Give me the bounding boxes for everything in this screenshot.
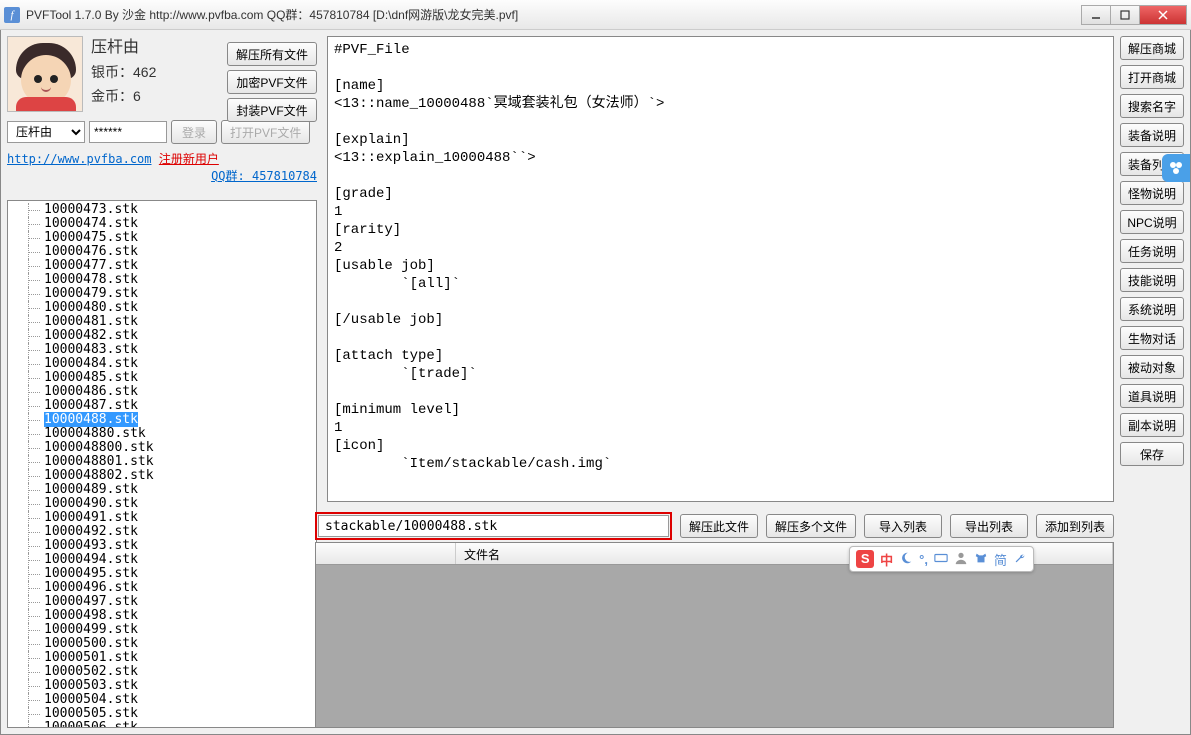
export-list-button[interactable]: 导出列表 [950,514,1028,538]
ime-lang[interactable]: 中 [880,550,893,569]
side-button[interactable]: 道具说明 [1120,384,1184,408]
minimize-button[interactable] [1081,5,1111,25]
tree-item[interactable]: 1000048800.stk [8,441,316,455]
tree-item[interactable]: 10000493.stk [8,539,316,553]
path-input[interactable] [318,515,669,537]
register-link[interactable]: 注册新用户 [159,152,219,166]
tree-item[interactable]: 10000492.stk [8,525,316,539]
tree-item[interactable]: 10000487.stk [8,399,316,413]
avatar [7,36,83,112]
ime-keyboard-icon[interactable] [934,551,948,568]
window-title: PVFTool 1.7.0 By 沙金 http://www.pvfba.com… [26,6,1082,23]
login-button[interactable]: 登录 [171,120,217,144]
tree-item[interactable]: 10000480.stk [8,301,316,315]
unzip-this-button[interactable]: 解压此文件 [680,514,758,538]
tree-item[interactable]: 10000485.stk [8,371,316,385]
tree-item[interactable]: 10000494.stk [8,553,316,567]
side-button[interactable]: 任务说明 [1120,239,1184,263]
tree-item[interactable]: 10000488.stk [8,413,316,427]
close-button[interactable] [1139,5,1187,25]
tree-item[interactable]: 10000489.stk [8,483,316,497]
site-link[interactable]: http://www.pvfba.com [7,152,152,166]
side-button[interactable]: 打开商城 [1120,65,1184,89]
tree-item[interactable]: 10000474.stk [8,217,316,231]
ime-logo-icon: S [856,550,874,568]
tree-item[interactable]: 10000478.stk [8,273,316,287]
tree-item[interactable]: 10000482.stk [8,329,316,343]
tree-item[interactable]: 1000048802.stk [8,469,316,483]
user-name: 压杆由 [91,36,156,60]
side-button[interactable]: NPC说明 [1120,210,1184,234]
tree-item[interactable]: 10000501.stk [8,651,316,665]
app-icon: f [4,7,20,23]
tree-item[interactable]: 1000048801.stk [8,455,316,469]
side-button[interactable]: 生物对话 [1120,326,1184,350]
open-pvf-button[interactable]: 打开PVF文件 [221,120,310,144]
unzip-multi-button[interactable]: 解压多个文件 [766,514,856,538]
grid-col-blank[interactable] [316,543,456,564]
ime-toolbar[interactable]: S 中 °, 简 [849,546,1034,572]
qq-link[interactable]: QQ群: 457810784 [211,167,317,184]
tree-item[interactable]: 10000490.stk [8,497,316,511]
gold-label: 金币：6 [91,84,156,108]
tree-item[interactable]: 10000473.stk [8,203,316,217]
tree-item[interactable]: 10000496.stk [8,581,316,595]
tree-item[interactable]: 10000483.stk [8,343,316,357]
pack-pvf-button[interactable]: 封装PVF文件 [227,98,317,122]
tree-item[interactable]: 10000499.stk [8,623,316,637]
tree-item[interactable]: 10000506.stk [8,721,316,728]
ime-settings-icon[interactable] [1013,551,1027,568]
silver-label: 银币：462 [91,60,156,84]
side-button[interactable]: 系统说明 [1120,297,1184,321]
ime-moon-icon[interactable] [899,551,913,568]
tree-item[interactable]: 10000505.stk [8,707,316,721]
tree-item[interactable]: 10000481.stk [8,315,316,329]
ime-punct-icon[interactable]: °, [919,552,928,567]
ime-skin-icon[interactable] [974,551,988,568]
tree-item[interactable]: 10000495.stk [8,567,316,581]
tree-item[interactable]: 10000500.stk [8,637,316,651]
encrypt-pvf-button[interactable]: 加密PVF文件 [227,70,317,94]
side-button[interactable]: 保存 [1120,442,1184,466]
float-badge-icon[interactable] [1162,154,1190,182]
maximize-button[interactable] [1110,5,1140,25]
tree-item[interactable]: 10000491.stk [8,511,316,525]
import-list-button[interactable]: 导入列表 [864,514,942,538]
username-select[interactable]: 压杆由 [7,121,85,143]
side-button[interactable]: 解压商城 [1120,36,1184,60]
tree-item[interactable]: 10000475.stk [8,231,316,245]
tree-item[interactable]: 10000484.stk [8,357,316,371]
tree-item[interactable]: 10000504.stk [8,693,316,707]
editor[interactable]: #PVF_File [name] <13::name_10000488`冥域套装… [327,36,1114,502]
tree-item[interactable]: 10000477.stk [8,259,316,273]
side-button[interactable]: 搜索名字 [1120,94,1184,118]
tree-item[interactable]: 10000502.stk [8,665,316,679]
tree-item[interactable]: 10000498.stk [8,609,316,623]
add-to-list-button[interactable]: 添加到列表 [1036,514,1114,538]
side-button[interactable]: 技能说明 [1120,268,1184,292]
tree-item[interactable]: 10000479.stk [8,287,316,301]
tree-item[interactable]: 10000503.stk [8,679,316,693]
ime-jian[interactable]: 简 [994,550,1007,569]
ime-user-icon[interactable] [954,551,968,568]
titlebar: f PVFTool 1.7.0 By 沙金 http://www.pvfba.c… [0,0,1191,30]
file-tree[interactable]: 10000473.stk10000474.stk10000475.stk1000… [7,200,317,728]
side-button[interactable]: 被动对象 [1120,355,1184,379]
tree-item[interactable]: 10000486.stk [8,385,316,399]
tree-item[interactable]: 100004880.stk [8,427,316,441]
side-button[interactable]: 怪物说明 [1120,181,1184,205]
tree-item[interactable]: 10000476.stk [8,245,316,259]
side-button[interactable]: 副本说明 [1120,413,1184,437]
tree-item[interactable]: 10000497.stk [8,595,316,609]
password-input[interactable] [89,121,167,143]
unzip-all-button[interactable]: 解压所有文件 [227,42,317,66]
side-button[interactable]: 装备说明 [1120,123,1184,147]
